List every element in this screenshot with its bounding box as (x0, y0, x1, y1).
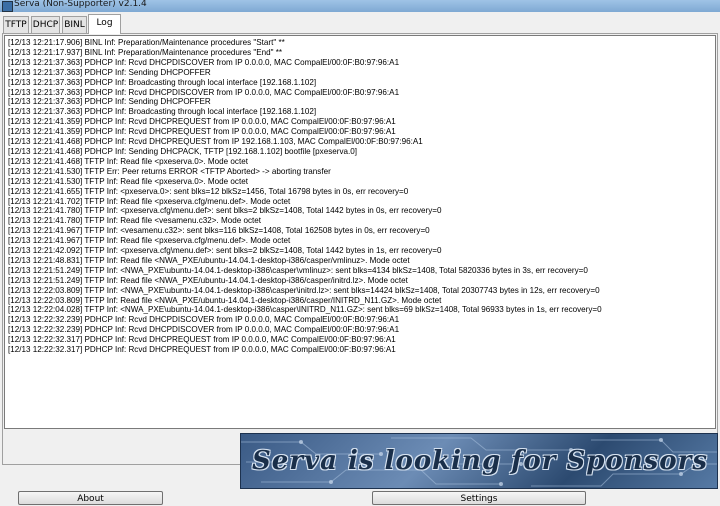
log-line: [12/13 12:21:41.780] TFTP Inf: Read file… (8, 216, 262, 226)
log-line: [12/13 12:22:04.028] TFTP Inf: <NWA_PXE\… (8, 305, 602, 315)
sponsor-banner[interactable]: Serva is looking for Sponsors (240, 433, 718, 489)
log-line: [12/13 12:21:41.702] TFTP Inf: Read file… (8, 196, 291, 206)
log-line: [12/13 12:21:37.363] PDHCP Inf: Sending … (8, 97, 211, 107)
log-line: [12/13 12:21:41.530] TFTP Err: Peer retu… (8, 166, 331, 176)
log-line: [12/13 12:21:42.092] TFTP Inf: <pxeserva… (8, 246, 442, 256)
log-line: [12/13 12:21:51.249] TFTP Inf: Read file… (8, 275, 408, 285)
log-line: [12/13 12:21:41.359] PDHCP Inf: Rcvd DHC… (8, 117, 396, 127)
log-line: [12/13 12:22:32.317] PDHCP Inf: Rcvd DHC… (8, 345, 396, 355)
tab-tftp[interactable]: TFTP (3, 16, 29, 33)
log-line: [12/13 12:21:37.363] PDHCP Inf: Sending … (8, 67, 211, 77)
log-line: [12/13 12:21:41.468] PDHCP Inf: Sending … (8, 146, 357, 156)
tab-binl[interactable]: BINL (62, 16, 87, 33)
log-line: [12/13 12:21:41.967] TFTP Inf: Read file… (8, 236, 291, 246)
tab-strip: TFTP DHCP BINL Log (0, 14, 720, 34)
log-line: [12/13 12:22:03.809] TFTP Inf: Read file… (8, 295, 442, 305)
log-line: [12/13 12:21:37.363] PDHCP Inf: Broadcas… (8, 77, 317, 87)
log-line: [12/13 12:21:37.363] PDHCP Inf: Rcvd DHC… (8, 57, 400, 67)
log-line: [12/13 12:21:17.906] BINL Inf: Preparati… (8, 38, 285, 47)
log-line: [12/13 12:21:37.363] PDHCP Inf: Rcvd DHC… (8, 87, 400, 97)
log-line: [12/13 12:21:41.530] TFTP Inf: Read file… (8, 176, 248, 186)
log-line: [12/13 12:21:41.780] TFTP Inf: <pxeserva… (8, 206, 442, 216)
title-bar[interactable]: Serva (Non-Supporter) v2.1.4 (0, 0, 720, 12)
log-line: [12/13 12:22:03.809] TFTP Inf: <NWA_PXE\… (8, 285, 600, 295)
log-line: [12/13 12:21:41.468] PDHCP Inf: Rcvd DHC… (8, 137, 423, 147)
log-line: [12/13 12:22:32.317] PDHCP Inf: Rcvd DHC… (8, 335, 396, 345)
log-line: [12/13 12:21:41.967] TFTP Inf: <vesamenu… (8, 226, 430, 236)
log-line: [12/13 12:21:41.655] TFTP Inf: <pxeserva… (8, 186, 409, 196)
log-line: [12/13 12:21:41.468] TFTP Inf: Read file… (8, 156, 248, 166)
window-title: Serva (Non-Supporter) v2.1.4 (14, 0, 147, 9)
sponsor-banner-text: Serva is looking for Sponsors (252, 446, 708, 476)
log-line: [12/13 12:21:48.831] TFTP Inf: Read file… (8, 255, 410, 265)
log-line: [12/13 12:21:37.363] PDHCP Inf: Broadcas… (8, 107, 317, 117)
log-line: [12/13 12:21:17.937] BINL Inf: Preparati… (8, 47, 283, 57)
log-textarea[interactable]: [12/13 12:21:17.906] BINL Inf: Preparati… (4, 35, 716, 429)
log-line: [12/13 12:22:32.239] PDHCP Inf: Rcvd DHC… (8, 315, 400, 325)
app-icon (2, 1, 13, 12)
log-line: [12/13 12:21:51.249] TFTP Inf: <NWA_PXE\… (8, 265, 588, 275)
tab-log[interactable]: Log (88, 14, 121, 34)
tab-dhcp[interactable]: DHCP (31, 16, 60, 33)
log-line: [12/13 12:21:41.359] PDHCP Inf: Rcvd DHC… (8, 127, 396, 137)
log-line: [12/13 12:22:32.239] PDHCP Inf: Rcvd DHC… (8, 325, 400, 335)
